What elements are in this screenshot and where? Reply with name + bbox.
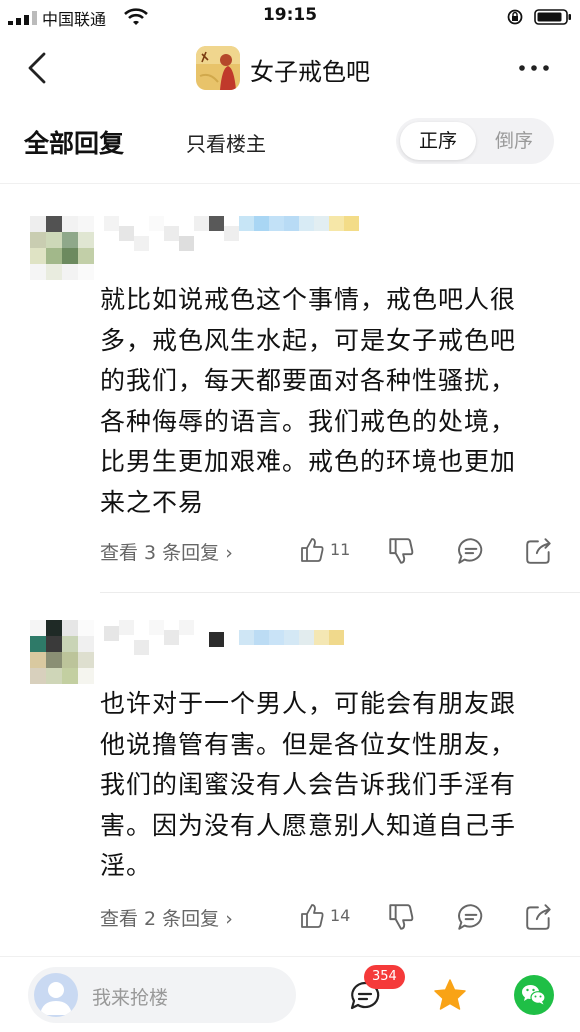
forum-logo[interactable] <box>196 46 240 90</box>
clock-time: 19:15 <box>262 5 318 25</box>
view-replies-link[interactable]: 查看 2 条回复 › <box>100 904 233 931</box>
like-count: 14 <box>330 906 351 925</box>
thumbs-down-icon[interactable] <box>386 536 416 566</box>
forum-name: 女子戒色吧 <box>250 58 370 86</box>
status-bar: 中国联通 19:15 <box>0 0 580 34</box>
rotation-lock-icon <box>507 9 523 25</box>
view-replies-link[interactable]: 查看 3 条回复 › <box>100 538 233 565</box>
reply-tabs: 全部回复 只看楼主 正序 倒序 <box>0 100 580 184</box>
like-count: 11 <box>330 540 351 559</box>
post-actions: 查看 3 条回复 › 11 <box>0 530 580 570</box>
comment-count-badge: 354 <box>364 965 405 989</box>
divider <box>100 592 580 593</box>
thumbs-up-icon <box>301 904 324 928</box>
post-content: 就比如说戒色这个事情，戒色吧人很多，戒色风生水起，可是女子戒色吧的我们，每天都要… <box>100 285 517 517</box>
sort-ascending-button[interactable]: 正序 <box>400 122 476 160</box>
wechat-share-icon[interactable] <box>514 975 554 1015</box>
username-blurred[interactable] <box>104 216 359 256</box>
post-content: 也许对于一个男人，可能会有朋友跟他说撸管有害。但是各位女性朋友，我们的闺蜜没有人… <box>100 689 517 880</box>
reply-post: 就比如说戒色这个事情，戒色吧人很多，戒色风生水起，可是女子戒色吧的我们，每天都要… <box>0 196 580 596</box>
comment-icon[interactable] <box>456 902 486 932</box>
like-button[interactable]: 14 <box>298 900 358 932</box>
tab-op-only[interactable]: 只看楼主 <box>186 128 266 157</box>
like-button[interactable]: 11 <box>298 534 358 566</box>
battery-icon <box>534 9 571 25</box>
post-actions: 查看 2 条回复 › 14 <box>0 896 580 936</box>
thumbs-up-icon <box>301 538 324 562</box>
user-avatar <box>34 973 78 1017</box>
sort-descending-button[interactable]: 倒序 <box>478 122 550 160</box>
avatar[interactable] <box>30 216 94 280</box>
share-icon[interactable] <box>524 902 554 932</box>
back-icon[interactable] <box>20 48 60 88</box>
comment-icon[interactable] <box>456 536 486 566</box>
avatar[interactable] <box>30 620 94 684</box>
sort-order-toggle: 正序 倒序 <box>396 118 554 164</box>
reply-post: 也许对于一个男人，可能会有朋友跟他说撸管有害。但是各位女性朋友，我们的闺蜜没有人… <box>0 596 580 956</box>
nav-bar: 女子戒色吧 <box>0 34 580 100</box>
bottom-bar: 我来抢楼 354 <box>0 956 580 1032</box>
tab-all-replies[interactable]: 全部回复 <box>24 124 124 160</box>
more-options-icon[interactable] <box>510 48 558 88</box>
star-icon[interactable] <box>432 977 468 1013</box>
share-icon[interactable] <box>524 536 554 566</box>
reply-input[interactable]: 我来抢楼 <box>28 967 296 1023</box>
username-blurred[interactable] <box>104 620 344 660</box>
reply-placeholder: 我来抢楼 <box>92 987 169 1009</box>
thumbs-down-icon[interactable] <box>386 902 416 932</box>
